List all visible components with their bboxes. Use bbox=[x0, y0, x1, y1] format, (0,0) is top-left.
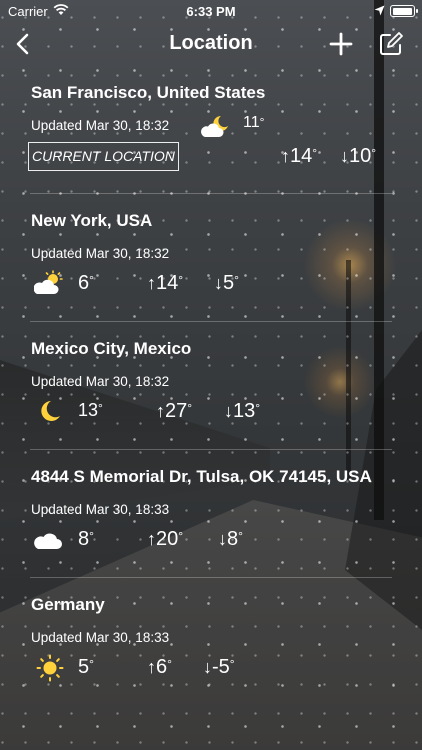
location-card-germany[interactable]: Germany Updated Mar 30, 18:33 5° ↑6° ↓-5… bbox=[0, 578, 422, 706]
location-card-mexico-city[interactable]: Mexico City, Mexico Updated Mar 30, 18:3… bbox=[0, 322, 422, 450]
current-location-badge: CURRENT LOCATION bbox=[28, 142, 179, 171]
sun-icon bbox=[36, 654, 66, 682]
moon-icon bbox=[38, 399, 68, 425]
cloud-icon bbox=[34, 529, 64, 555]
page-title: Location bbox=[169, 32, 253, 54]
navigation-bar: Location bbox=[0, 22, 422, 66]
location-name: Germany bbox=[31, 595, 105, 614]
updated-time: Updated Mar 30, 18:32 bbox=[31, 118, 170, 133]
low-temp: ↓10° bbox=[340, 145, 377, 167]
current-temp: 8° bbox=[78, 528, 94, 550]
location-name: New York, USA bbox=[31, 211, 153, 230]
current-temp: 5° bbox=[78, 656, 94, 678]
low-temp: ↓13° bbox=[224, 400, 261, 422]
location-card-tulsa[interactable]: 4844 S Memorial Dr, Tulsa, OK 74145, USA… bbox=[0, 450, 422, 578]
location-name: Mexico City, Mexico bbox=[31, 339, 192, 358]
edit-button[interactable] bbox=[378, 31, 404, 57]
add-location-button[interactable] bbox=[328, 31, 354, 57]
low-temp: ↓8° bbox=[218, 528, 243, 550]
high-temp: ↑27° bbox=[156, 400, 193, 422]
high-temp: ↑14° bbox=[147, 272, 184, 294]
location-services-icon bbox=[374, 4, 385, 19]
current-temp: 11° bbox=[243, 114, 265, 131]
updated-time: Updated Mar 30, 18:32 bbox=[31, 374, 170, 389]
current-temp: 13° bbox=[78, 400, 103, 420]
location-name: San Francisco, United States bbox=[31, 83, 266, 102]
status-bar: Carrier 6:33 PM bbox=[0, 0, 422, 22]
low-temp: ↓5° bbox=[214, 272, 239, 294]
high-temp: ↑14° bbox=[281, 145, 318, 167]
status-time: 6:33 PM bbox=[186, 4, 236, 19]
high-temp: ↑6° bbox=[147, 656, 172, 678]
high-temp: ↑20° bbox=[147, 528, 184, 550]
location-name: 4844 S Memorial Dr, Tulsa, OK 74145, USA bbox=[31, 467, 372, 486]
location-card-san-francisco[interactable]: San Francisco, United States Updated Mar… bbox=[0, 66, 422, 194]
battery-icon bbox=[390, 5, 418, 17]
location-card-new-york[interactable]: New York, USA Updated Mar 30, 18:32 6° ↑… bbox=[0, 194, 422, 322]
updated-time: Updated Mar 30, 18:32 bbox=[31, 246, 170, 261]
updated-time: Updated Mar 30, 18:33 bbox=[31, 630, 170, 645]
current-temp: 6° bbox=[78, 272, 94, 294]
low-temp: ↓-5° bbox=[203, 656, 235, 678]
partly-cloudy-night-icon bbox=[199, 113, 229, 139]
updated-time: Updated Mar 30, 18:33 bbox=[31, 502, 170, 517]
partly-cloudy-day-icon bbox=[33, 270, 64, 296]
